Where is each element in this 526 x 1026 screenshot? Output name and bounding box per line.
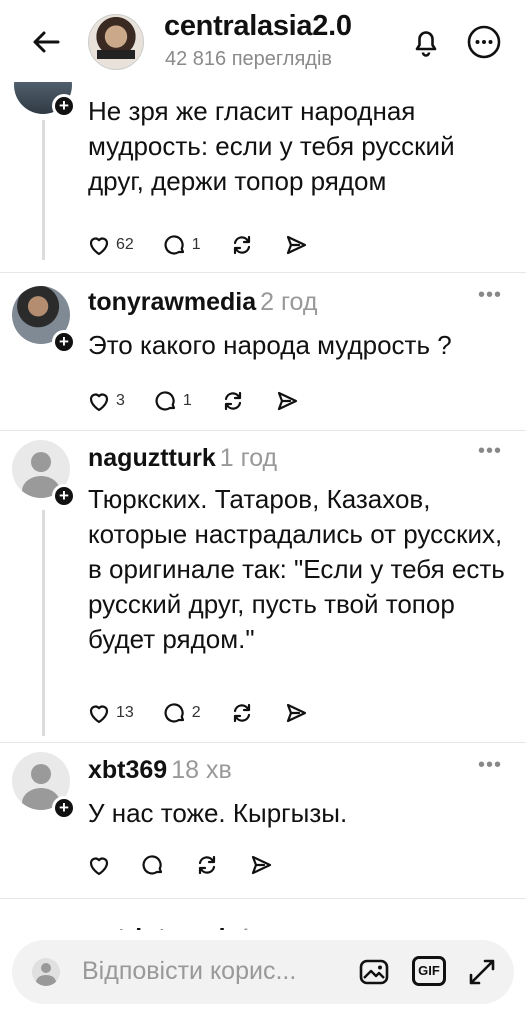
top-bar: centralasia2.0 42 816 переглядів (0, 0, 526, 82)
reply-count: 2 (191, 704, 201, 721)
like-count: 3 (116, 392, 125, 409)
repost-button[interactable] (229, 232, 255, 258)
channel-name[interactable]: centralasia2.0 (164, 10, 352, 43)
comment-bubble-icon (155, 391, 176, 411)
comment-text: У нас тоже. Кыргызы. (88, 798, 348, 828)
heart-icon (89, 705, 109, 724)
share-button[interactable] (274, 388, 300, 414)
comment-actions (86, 850, 302, 880)
like-button[interactable]: 62 (86, 232, 134, 258)
comment-actions: 13 2 (86, 698, 337, 728)
comment-bubble-icon (164, 703, 184, 723)
send-icon (286, 703, 306, 723)
comment-author[interactable]: naguztturk 1 год (88, 444, 277, 473)
share-button[interactable] (248, 852, 274, 878)
expand-icon[interactable] (464, 954, 500, 990)
reply-input[interactable]: Відповісти корис... GIF (12, 940, 514, 1004)
comment-age: 2 год (260, 288, 318, 316)
comment-text: Это какого народа мудрость ? (88, 330, 452, 360)
comment-more-icon[interactable]: ••• (478, 440, 502, 463)
repost-button[interactable] (194, 852, 220, 878)
reply-button[interactable] (140, 852, 166, 878)
image-icon[interactable] (356, 954, 392, 990)
repost-button[interactable] (229, 700, 255, 726)
comment-more-icon[interactable]: ••• (478, 284, 502, 307)
repost-icon (198, 855, 216, 875)
follow-plus-icon[interactable]: + (52, 796, 76, 820)
heart-icon (89, 857, 109, 876)
author-name[interactable]: xbt369 (88, 756, 167, 784)
author-name[interactable]: naguztturk (88, 444, 216, 472)
divider (0, 272, 526, 273)
repost-icon (233, 235, 250, 255)
thread-line (42, 120, 45, 260)
thread-line (42, 510, 45, 736)
follow-plus-icon[interactable]: + (52, 94, 76, 118)
divider (0, 898, 526, 899)
comment-age: 18 хв (171, 756, 232, 784)
comment-actions: 3 1 (86, 386, 328, 416)
comment-text: Тюркских. Татаров, Казахов, которые наст… (88, 484, 505, 654)
send-icon (277, 391, 297, 411)
share-button[interactable] (283, 232, 309, 258)
comment-author[interactable]: tonyrawmedia 2 год (88, 288, 317, 317)
follow-plus-icon[interactable]: + (52, 484, 76, 508)
comment-text: Не зря же гласит народная мудрость: если… (88, 96, 455, 196)
like-count: 13 (116, 704, 134, 721)
repost-button[interactable] (220, 388, 246, 414)
bell-icon[interactable] (406, 22, 446, 62)
divider (0, 742, 526, 743)
back-arrow-icon[interactable] (28, 24, 64, 60)
author-name[interactable]: tonyrawmedia (88, 288, 256, 316)
send-icon (286, 235, 306, 255)
comment-more-icon[interactable]: ••• (478, 754, 502, 777)
gif-button[interactable]: GIF (412, 956, 446, 986)
comment-actions: 62 1 (86, 230, 337, 260)
comment-age: 1 год (219, 444, 278, 472)
share-button[interactable] (283, 700, 309, 726)
comment-bubble-icon (142, 855, 163, 875)
comment-author[interactable]: xbt369 18 хв (88, 756, 232, 785)
like-button[interactable]: 13 (86, 700, 134, 726)
reply-button[interactable]: 1 (162, 232, 201, 258)
comment-bubble-icon (164, 235, 184, 255)
heart-icon (89, 237, 109, 256)
heart-icon (89, 393, 109, 412)
reply-placeholder[interactable]: Відповісти корис... (82, 957, 296, 986)
reply-button[interactable]: 2 (162, 700, 201, 726)
repost-icon (224, 391, 241, 411)
channel-avatar[interactable] (88, 14, 144, 70)
follow-plus-icon[interactable]: + (52, 330, 76, 354)
send-icon (251, 855, 272, 875)
user-avatar (32, 958, 60, 986)
like-button[interactable] (86, 852, 112, 878)
like-count: 62 (116, 236, 134, 253)
more-options-icon[interactable] (464, 22, 504, 62)
like-button[interactable]: 3 (86, 388, 125, 414)
reply-button[interactable]: 1 (153, 388, 192, 414)
reply-count: 1 (182, 392, 192, 409)
reply-bar: Відповісти корис... GIF (0, 930, 526, 1026)
repost-icon (233, 703, 250, 723)
divider (0, 430, 526, 431)
reply-count: 1 (191, 236, 201, 253)
view-count: 42 816 переглядів (165, 48, 333, 70)
